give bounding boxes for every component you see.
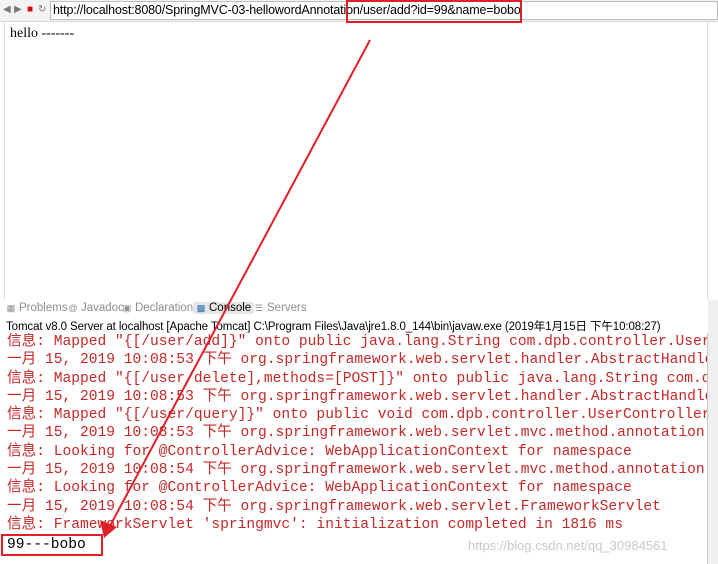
log-line: 信息: Mapped "{[/user/add]}" onto public j… <box>7 334 707 350</box>
servers-icon: ☰ <box>254 303 264 313</box>
output-highlight-box <box>1 534 103 556</box>
tab-label: Declaration <box>135 302 194 314</box>
view-tabs: ▦ Problems @ Javadoc ▣ Declaration ▩ Con… <box>0 300 718 317</box>
javadoc-icon: @ <box>68 303 78 313</box>
problems-icon: ▦ <box>6 303 16 313</box>
log-line: 信息: FrameworkServlet 'springmvc': initia… <box>7 516 623 533</box>
console-process-info: Tomcat v8.0 Server at localhost [Apache … <box>6 321 661 333</box>
log-line: 信息: Looking for @ControllerAdvice: WebAp… <box>7 443 632 460</box>
watermark: https://blog.csdn.net/qq_30984561 <box>468 538 668 553</box>
refresh-icon[interactable]: ↻ <box>38 4 46 16</box>
log-line: 一月 15, 2019 10:08:54 下午 org.springframew… <box>7 462 705 479</box>
console-log: 信息: Mapped "{[/user/add]}" onto public j… <box>7 333 708 534</box>
tab-javadoc[interactable]: @ Javadoc <box>68 302 124 314</box>
log-line: 一月 15, 2019 10:08:54 下午 org.springframew… <box>7 498 661 515</box>
tab-label: Problems <box>19 302 68 314</box>
log-line: 信息: Mapped "{[/user/delete],methods=[POS… <box>7 370 707 387</box>
stop-icon[interactable]: ■ <box>27 4 33 16</box>
log-line: 一月 15, 2019 10:08:53 下午 org.springframew… <box>7 352 707 369</box>
declaration-icon: ▣ <box>122 303 132 313</box>
url-params-highlight-box <box>346 0 522 23</box>
browser-page <box>4 22 708 300</box>
tab-servers[interactable]: ☰ Servers <box>254 302 307 314</box>
tab-label: Servers <box>267 302 307 314</box>
page-body-text: hello ------- <box>10 26 75 41</box>
log-line: 一月 15, 2019 10:08:53 下午 org.springframew… <box>7 425 705 442</box>
tab-label: Javadoc <box>81 302 124 314</box>
tab-console[interactable]: ▩ Console <box>193 302 255 314</box>
log-line: 信息: Mapped "{[/user/query]}" onto public… <box>7 407 708 424</box>
console-scrollbar[interactable] <box>708 300 718 564</box>
log-line: 一月 15, 2019 10:08:53 下午 org.springframew… <box>7 388 707 405</box>
tab-problems[interactable]: ▦ Problems <box>6 302 68 314</box>
log-line: 信息: Looking for @ControllerAdvice: WebAp… <box>7 480 632 497</box>
console-output[interactable]: 信息: Mapped "{[/user/add]}" onto public j… <box>0 333 708 564</box>
back-icon[interactable]: ◀ <box>3 4 11 16</box>
forward-icon[interactable]: ▶ <box>14 4 22 16</box>
console-icon: ▩ <box>196 303 206 313</box>
tab-label: Console <box>209 302 252 314</box>
tab-declaration[interactable]: ▣ Declaration <box>122 302 193 314</box>
